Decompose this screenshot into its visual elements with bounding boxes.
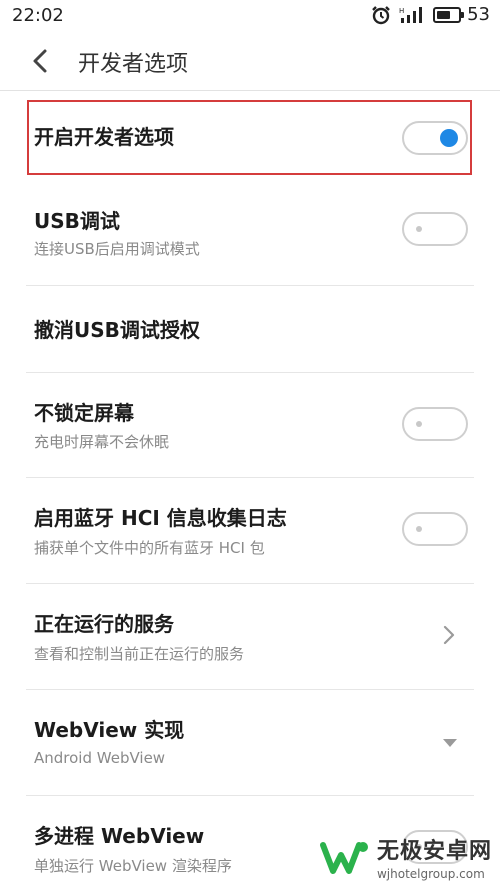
setting-webview-implementation[interactable]: WebView 实现 Android WebView (0, 690, 500, 796)
svg-text:H: H (399, 7, 404, 15)
toggle-knob (416, 421, 422, 427)
toggle-knob (416, 526, 422, 532)
watermark: 无极安卓网 wjhotelgroup.com (319, 833, 492, 881)
status-time: 22:02 (12, 5, 64, 26)
setting-subtitle: 查看和控制当前正在运行的服务 (34, 645, 245, 663)
setting-title: WebView 实现 (34, 718, 185, 742)
setting-title: 正在运行的服务 (34, 612, 174, 636)
setting-subtitle: 捕获单个文件中的所有蓝牙 HCI 包 (34, 539, 265, 557)
back-icon[interactable] (26, 46, 56, 76)
stay-awake-toggle[interactable] (402, 407, 468, 441)
settings-screen: 22:02 H 53 开发者选项 开启开发者选项 USB调试 连接USB后启用调… (0, 0, 500, 889)
setting-title: 不锁定屏幕 (34, 401, 134, 425)
dropdown-arrow-icon (443, 739, 457, 747)
setting-title: 开启开发者选项 (34, 125, 174, 149)
setting-title: 撤消USB调试授权 (34, 318, 200, 342)
setting-title: USB调试 (34, 209, 120, 233)
setting-revoke-usb-authorization[interactable]: 撤消USB调试授权 (0, 286, 500, 373)
app-header: 开发者选项 (0, 32, 500, 90)
status-icons: H 53 (371, 4, 490, 25)
watermark-logo (319, 842, 368, 874)
setting-subtitle: 连接USB后启用调试模式 (34, 240, 200, 258)
page-title: 开发者选项 (78, 52, 189, 77)
setting-subtitle: Android WebView (34, 749, 166, 767)
setting-title: 多进程 WebView (34, 824, 205, 848)
watermark-url: wjhotelgroup.com (376, 867, 485, 881)
bluetooth-hci-toggle[interactable] (402, 512, 468, 546)
setting-subtitle: 单独运行 WebView 渲染程序 (34, 857, 232, 875)
setting-usb-debugging[interactable]: USB调试 连接USB后启用调试模式 (0, 187, 500, 286)
alarm-icon (372, 5, 390, 24)
battery-icon (433, 6, 465, 23)
settings-list: 开启开发者选项 USB调试 连接USB后启用调试模式 撤消USB调试授权 不锁定… (0, 91, 500, 889)
setting-stay-awake[interactable]: 不锁定屏幕 充电时屏幕不会休眠 (0, 373, 500, 478)
chevron-right-icon (443, 625, 455, 645)
usb-debugging-toggle[interactable] (402, 212, 468, 246)
setting-subtitle: 充电时屏幕不会休眠 (34, 433, 170, 451)
battery-level: 53 (467, 4, 490, 25)
toggle-knob (416, 226, 422, 232)
status-bar: 22:02 H 53 (0, 0, 500, 32)
setting-enable-developer-options[interactable]: 开启开发者选项 (0, 91, 500, 187)
setting-bluetooth-hci-log[interactable]: 启用蓝牙 HCI 信息收集日志 捕获单个文件中的所有蓝牙 HCI 包 (0, 478, 500, 584)
developer-options-toggle[interactable] (402, 121, 468, 155)
watermark-text: 无极安卓网 wjhotelgroup.com (377, 833, 492, 881)
watermark-name: 无极安卓网 (376, 839, 492, 864)
setting-running-services[interactable]: 正在运行的服务 查看和控制当前正在运行的服务 (0, 584, 500, 690)
signal-icon: H (399, 6, 423, 23)
toggle-knob (440, 129, 458, 147)
setting-title: 启用蓝牙 HCI 信息收集日志 (34, 506, 287, 530)
